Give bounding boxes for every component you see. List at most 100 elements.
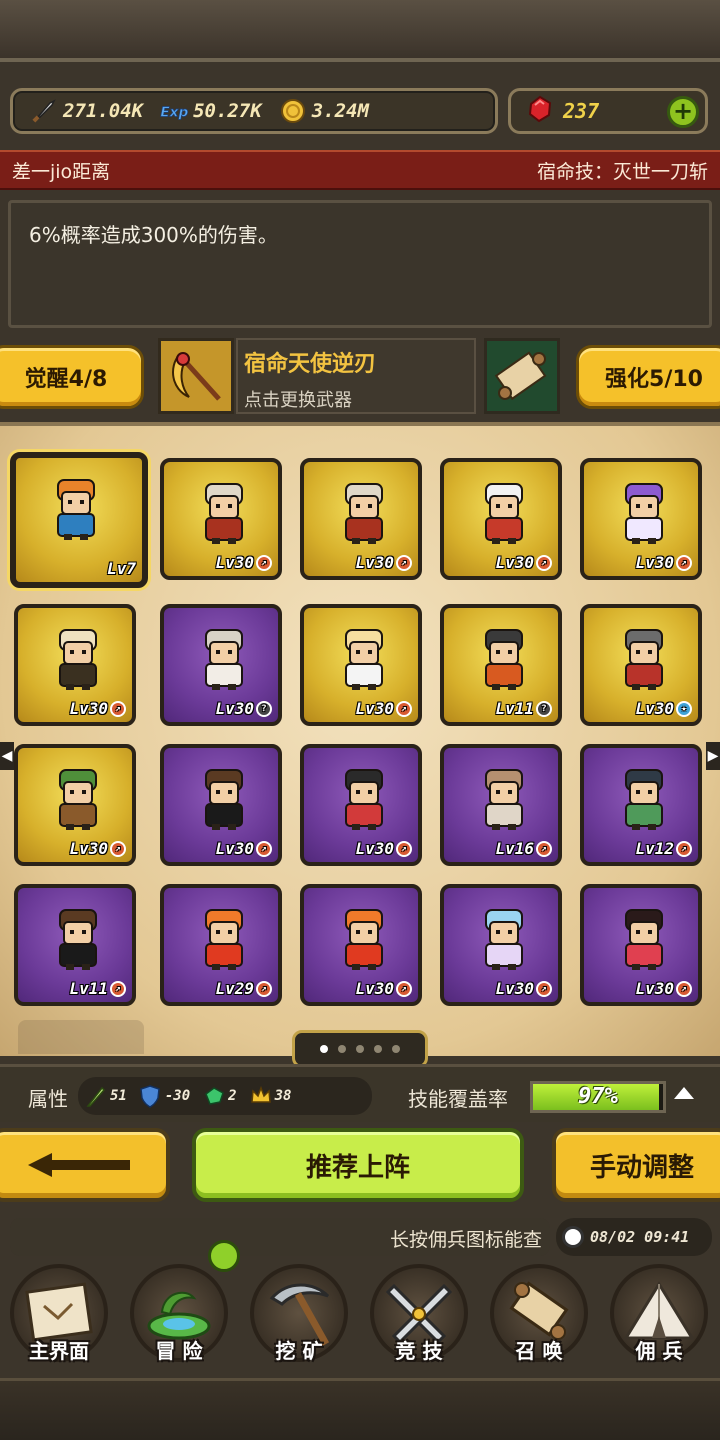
clock-icon xyxy=(562,1226,584,1248)
hero-level-text: Lv16 xyxy=(495,839,534,858)
hero-title-band: 差一jio距离 宿命技：灭世一刀斩 xyxy=(0,150,720,190)
back-arrow-icon xyxy=(28,1153,130,1177)
hero-level-text: Lv12 xyxy=(635,839,674,858)
back-button[interactable] xyxy=(0,1128,170,1202)
hero-card[interactable]: Lv11? xyxy=(440,604,562,726)
hero-card[interactable]: Lv30 ↗ xyxy=(300,884,422,1006)
hero-level: Lv30 ↗ xyxy=(215,553,272,572)
hero-card[interactable]: Lv7 xyxy=(10,452,148,588)
svg-text:Exp: Exp xyxy=(160,104,188,120)
nav-label: 竞 技 xyxy=(395,1339,443,1363)
hero-portrait-icon xyxy=(59,629,97,690)
stat-item: 51 xyxy=(84,1084,127,1108)
stat-value: 38 xyxy=(274,1088,292,1104)
upgrade-badge-icon: ↗ xyxy=(676,554,692,571)
hero-card[interactable]: Lv30 ↗ xyxy=(580,884,702,1006)
nav-label: 召 唤 xyxy=(515,1339,563,1363)
bottom-nav: 主界面 冒 险 挖 矿 竞 技 召 唤 佣 兵 xyxy=(0,1258,720,1378)
hero-card[interactable]: Lv29 ↗ xyxy=(160,884,282,1006)
prev-page-arrow[interactable]: ◀ xyxy=(0,742,14,770)
gem-stat-icon xyxy=(202,1084,225,1108)
page-dot[interactable] xyxy=(320,1045,328,1053)
manual-label: 手动调整 xyxy=(589,1152,694,1183)
hero-card[interactable]: Lv30 ↗ xyxy=(440,458,562,580)
hero-portrait-icon xyxy=(345,483,383,544)
hero-level: Lv16 ↗ xyxy=(495,839,552,858)
weapon-icon[interactable] xyxy=(158,338,234,414)
hero-level: Lv30 ↗ xyxy=(635,979,692,998)
hero-level: Lv30 ↗ xyxy=(495,553,552,572)
awaken-button[interactable]: 觉醒4/8 xyxy=(0,345,144,409)
tip-ticker: 长按佣兵图标能查 xyxy=(10,1218,550,1256)
attack-value: 271.04K xyxy=(63,100,144,122)
hero-card[interactable]: Lv30 ↗ xyxy=(14,744,136,866)
manual-adjust-button[interactable]: 手动调整 xyxy=(552,1128,720,1202)
hero-level-text: Lv30 xyxy=(635,699,674,718)
page-dot[interactable] xyxy=(338,1045,346,1053)
hero-card[interactable]: Lv30 ↗ xyxy=(160,744,282,866)
hero-level: Lv30 ↗ xyxy=(635,553,692,572)
hero-card[interactable]: Lv11 ↗ xyxy=(14,884,136,1006)
hero-portrait-icon xyxy=(205,483,243,544)
hero-level: Lv30 ★ xyxy=(635,699,692,718)
hero-card[interactable]: Lv12 ↗ xyxy=(580,744,702,866)
hero-card[interactable]: Lv30 ★ xyxy=(580,604,702,726)
hero-portrait-icon xyxy=(59,909,97,970)
skill-coverage-bar: 97% xyxy=(530,1081,666,1113)
hero-level-text: Lv7 xyxy=(107,559,136,578)
hero-level: Lv29 ↗ xyxy=(215,979,272,998)
ruby-icon xyxy=(525,94,555,128)
page-indicator xyxy=(292,1030,428,1068)
upgrade-badge-icon: ↗ xyxy=(256,980,272,997)
question-badge-icon: ? xyxy=(536,700,552,717)
hero-portrait-icon xyxy=(345,629,383,690)
stat-item: 38 xyxy=(249,1084,292,1108)
hero-card[interactable]: Lv30 ↗ xyxy=(300,604,422,726)
exp-resource: Exp 50.27K xyxy=(143,91,262,131)
hero-portrait-icon xyxy=(625,909,663,970)
hero-portrait-icon xyxy=(485,909,523,970)
add-gems-button[interactable]: + xyxy=(667,96,699,128)
page-dot[interactable] xyxy=(374,1045,382,1053)
hero-card[interactable]: Lv30 ↗ xyxy=(440,884,562,1006)
nav-mercenary[interactable]: 佣 兵 xyxy=(600,1258,718,1368)
clock-text: 08/02 09:41 xyxy=(590,1228,690,1246)
hero-level-text: Lv30 xyxy=(495,553,534,572)
upgrade-badge-icon: ↗ xyxy=(256,554,272,571)
nav-arena[interactable]: 竞 技 xyxy=(360,1258,478,1368)
hero-level-text: Lv30 xyxy=(495,979,534,998)
hero-card[interactable]: Lv30 ↗ xyxy=(160,458,282,580)
nav-summon[interactable]: 召 唤 xyxy=(480,1258,598,1368)
hero-level: Lv30 ↗ xyxy=(355,553,412,572)
nav-mining[interactable]: 挖 矿 xyxy=(240,1258,358,1368)
hero-card[interactable]: Lv30 ↗ xyxy=(300,458,422,580)
enhance-label: 强化5/10 xyxy=(605,367,703,392)
page-dot[interactable] xyxy=(356,1045,364,1053)
page-dot[interactable] xyxy=(392,1045,400,1053)
hero-level-text: Lv30 xyxy=(355,699,394,718)
hero-card[interactable]: Lv30 ↗ xyxy=(580,458,702,580)
attributes-label: 属性 xyxy=(28,1087,68,1111)
nav-adventure[interactable]: 冒 险 xyxy=(120,1258,238,1368)
hero-card[interactable]: Lv30 ↗ xyxy=(14,604,136,726)
hero-portrait-icon xyxy=(205,909,243,970)
hero-level-text: Lv30 xyxy=(69,839,108,858)
weapon-panel[interactable]: 宿命天使逆刃 点击更换武器 xyxy=(236,338,476,414)
recommend-deploy-button[interactable]: 推荐上阵 xyxy=(192,1128,524,1202)
upgrade-badge-icon: ↗ xyxy=(256,840,272,857)
hero-card[interactable]: Lv30? xyxy=(160,604,282,726)
clock-display: 08/02 09:41 xyxy=(556,1218,712,1256)
next-page-arrow[interactable]: ▶ xyxy=(706,742,720,770)
recommend-label: 推荐上阵 xyxy=(305,1152,410,1183)
skill-scroll-icon[interactable] xyxy=(484,338,560,414)
hero-portrait-icon xyxy=(205,769,243,830)
hero-level: Lv30 ↗ xyxy=(69,839,126,858)
hero-card[interactable]: Lv16 ↗ xyxy=(440,744,562,866)
enhance-button[interactable]: 强化5/10 xyxy=(576,345,720,409)
expand-up-icon[interactable] xyxy=(674,1087,694,1099)
attributes-pill[interactable]: 51 -30 2 38 xyxy=(78,1077,372,1115)
nav-main[interactable]: 主界面 xyxy=(0,1258,118,1368)
exp-value: 50.27K xyxy=(193,100,262,122)
hero-level-text: Lv11 xyxy=(495,699,534,718)
hero-card[interactable]: Lv30 ↗ xyxy=(300,744,422,866)
